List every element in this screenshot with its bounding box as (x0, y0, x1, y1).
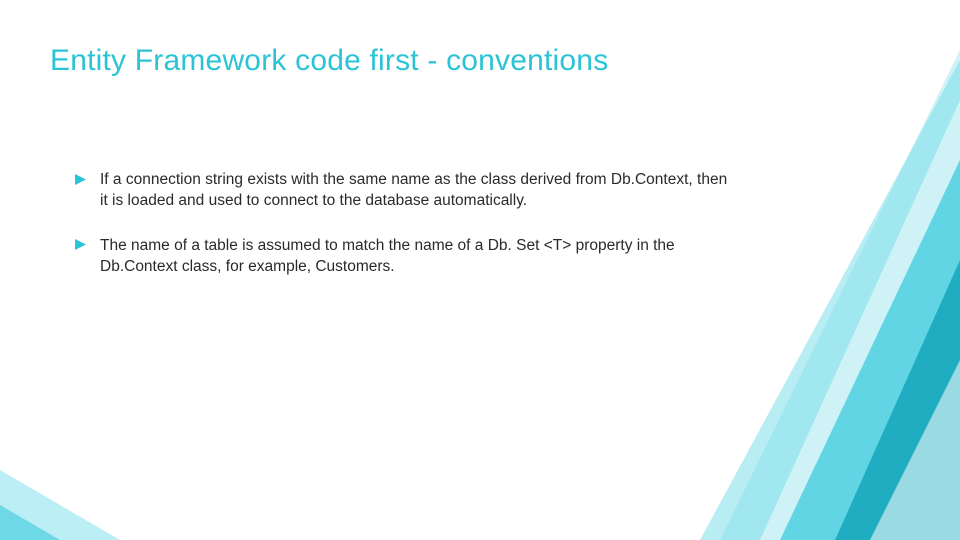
bullet-arrow-icon (74, 173, 86, 185)
slide-content: If a connection string exists with the s… (74, 170, 734, 302)
list-item: The name of a table is assumed to match … (74, 236, 734, 278)
bullet-text: If a connection string exists with the s… (100, 171, 727, 209)
bullet-text: The name of a table is assumed to match … (100, 237, 675, 275)
slide: Entity Framework code first - convention… (0, 0, 960, 540)
slide-title: Entity Framework code first - convention… (50, 44, 608, 78)
bullet-arrow-icon (74, 239, 86, 251)
list-item: If a connection string exists with the s… (74, 170, 734, 212)
